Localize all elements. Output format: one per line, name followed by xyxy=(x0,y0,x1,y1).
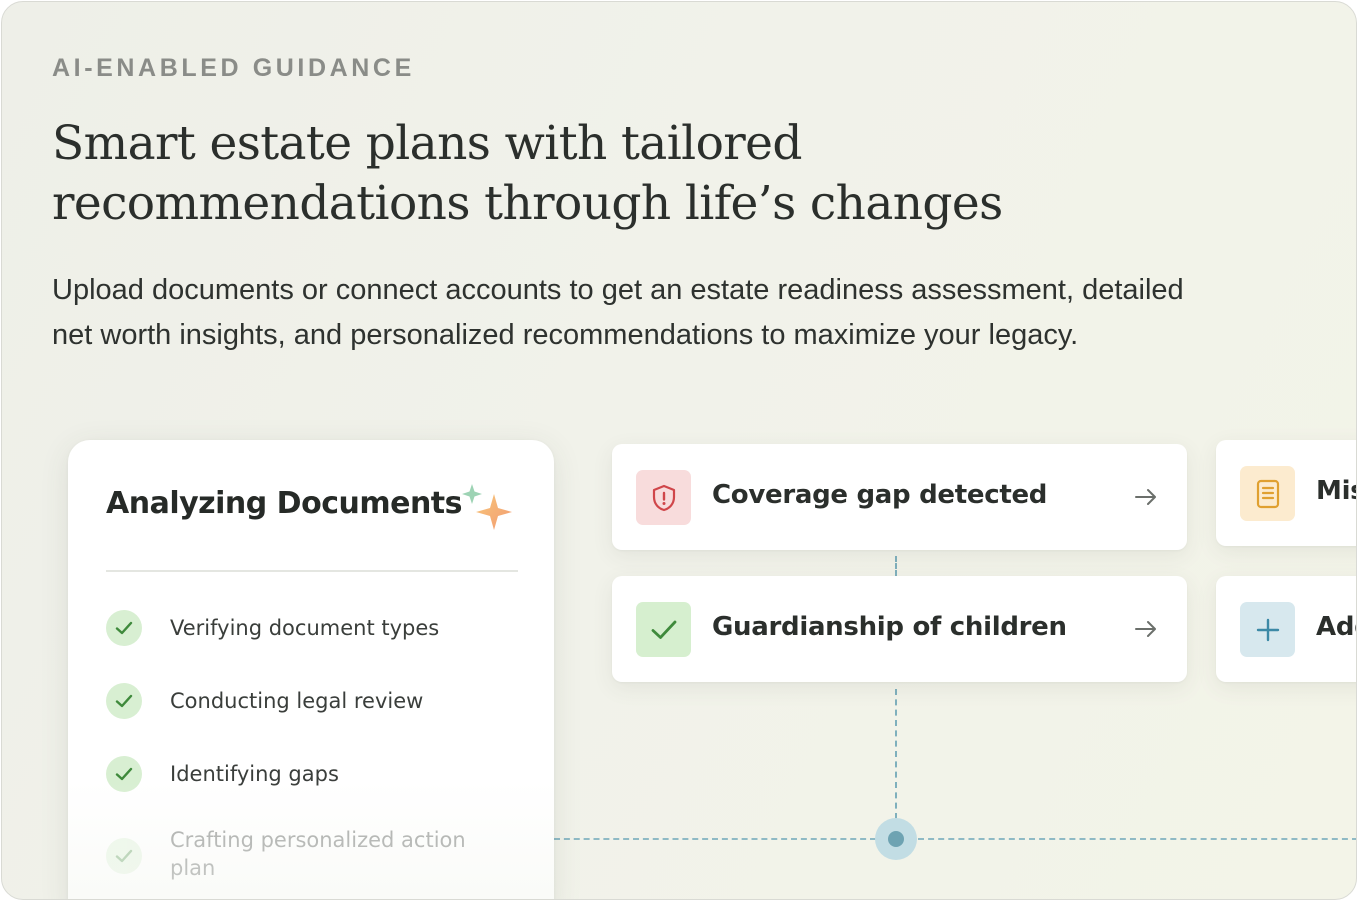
recommendation-card-partial-bottom[interactable]: Add xyxy=(1216,576,1356,682)
check-circle-icon xyxy=(106,683,142,719)
check-circle-icon xyxy=(106,838,142,874)
analysis-step-label: Conducting legal review xyxy=(170,689,424,713)
plus-icon xyxy=(1240,602,1295,657)
connector-vertical-bottom xyxy=(895,689,897,819)
analysis-step-label: Identifying gaps xyxy=(170,762,339,786)
analyzing-documents-title: Analyzing Documents xyxy=(106,486,463,521)
recommendation-label: Mis xyxy=(1316,476,1356,506)
page-title-line-1: Smart estate plans with tailored xyxy=(52,116,802,171)
analyzing-divider xyxy=(106,570,518,572)
connector-horizontal-right xyxy=(918,838,1356,840)
analyzing-documents-card: Analyzing Documents Verifying document t… xyxy=(68,440,554,899)
analysis-step-label: Verifying document types xyxy=(170,616,440,640)
shield-alert-icon xyxy=(636,470,691,525)
recommendation-label: Coverage gap detected xyxy=(712,480,1048,510)
connector-vertical-top xyxy=(895,556,897,576)
page-description-line-2: net worth insights, and personalized rec… xyxy=(52,319,1079,351)
connector-node xyxy=(875,818,917,860)
recommendation-label: Guardianship of children xyxy=(712,612,1067,642)
connector-horizontal-left xyxy=(554,838,876,840)
arrow-right-icon[interactable] xyxy=(1133,484,1159,510)
recommendation-card-coverage-gap[interactable]: Coverage gap detected xyxy=(612,444,1187,550)
page-title: Smart estate plans with tailored recomme… xyxy=(52,114,1052,234)
arrow-right-icon[interactable] xyxy=(1133,616,1159,642)
page-title-line-2: recommendations through life’s changes xyxy=(52,176,1003,231)
recommendation-card-partial-top[interactable]: Mis xyxy=(1216,440,1356,546)
feature-panel: AI-ENABLED GUIDANCE Smart estate plans w… xyxy=(1,1,1357,900)
page-description-line-1: Upload documents or connect accounts to … xyxy=(52,274,1184,306)
check-icon xyxy=(636,602,691,657)
check-circle-icon xyxy=(106,610,142,646)
check-circle-icon xyxy=(106,756,142,792)
recommendation-label: Add xyxy=(1316,612,1356,642)
sparkle-icon xyxy=(462,482,514,532)
page-description: Upload documents or connect accounts to … xyxy=(52,268,1312,358)
eyebrow-label: AI-ENABLED GUIDANCE xyxy=(52,54,415,82)
document-icon xyxy=(1240,466,1295,521)
recommendation-card-guardianship[interactable]: Guardianship of children xyxy=(612,576,1187,682)
analysis-step-label: Crafting personalized action plan xyxy=(170,828,466,880)
